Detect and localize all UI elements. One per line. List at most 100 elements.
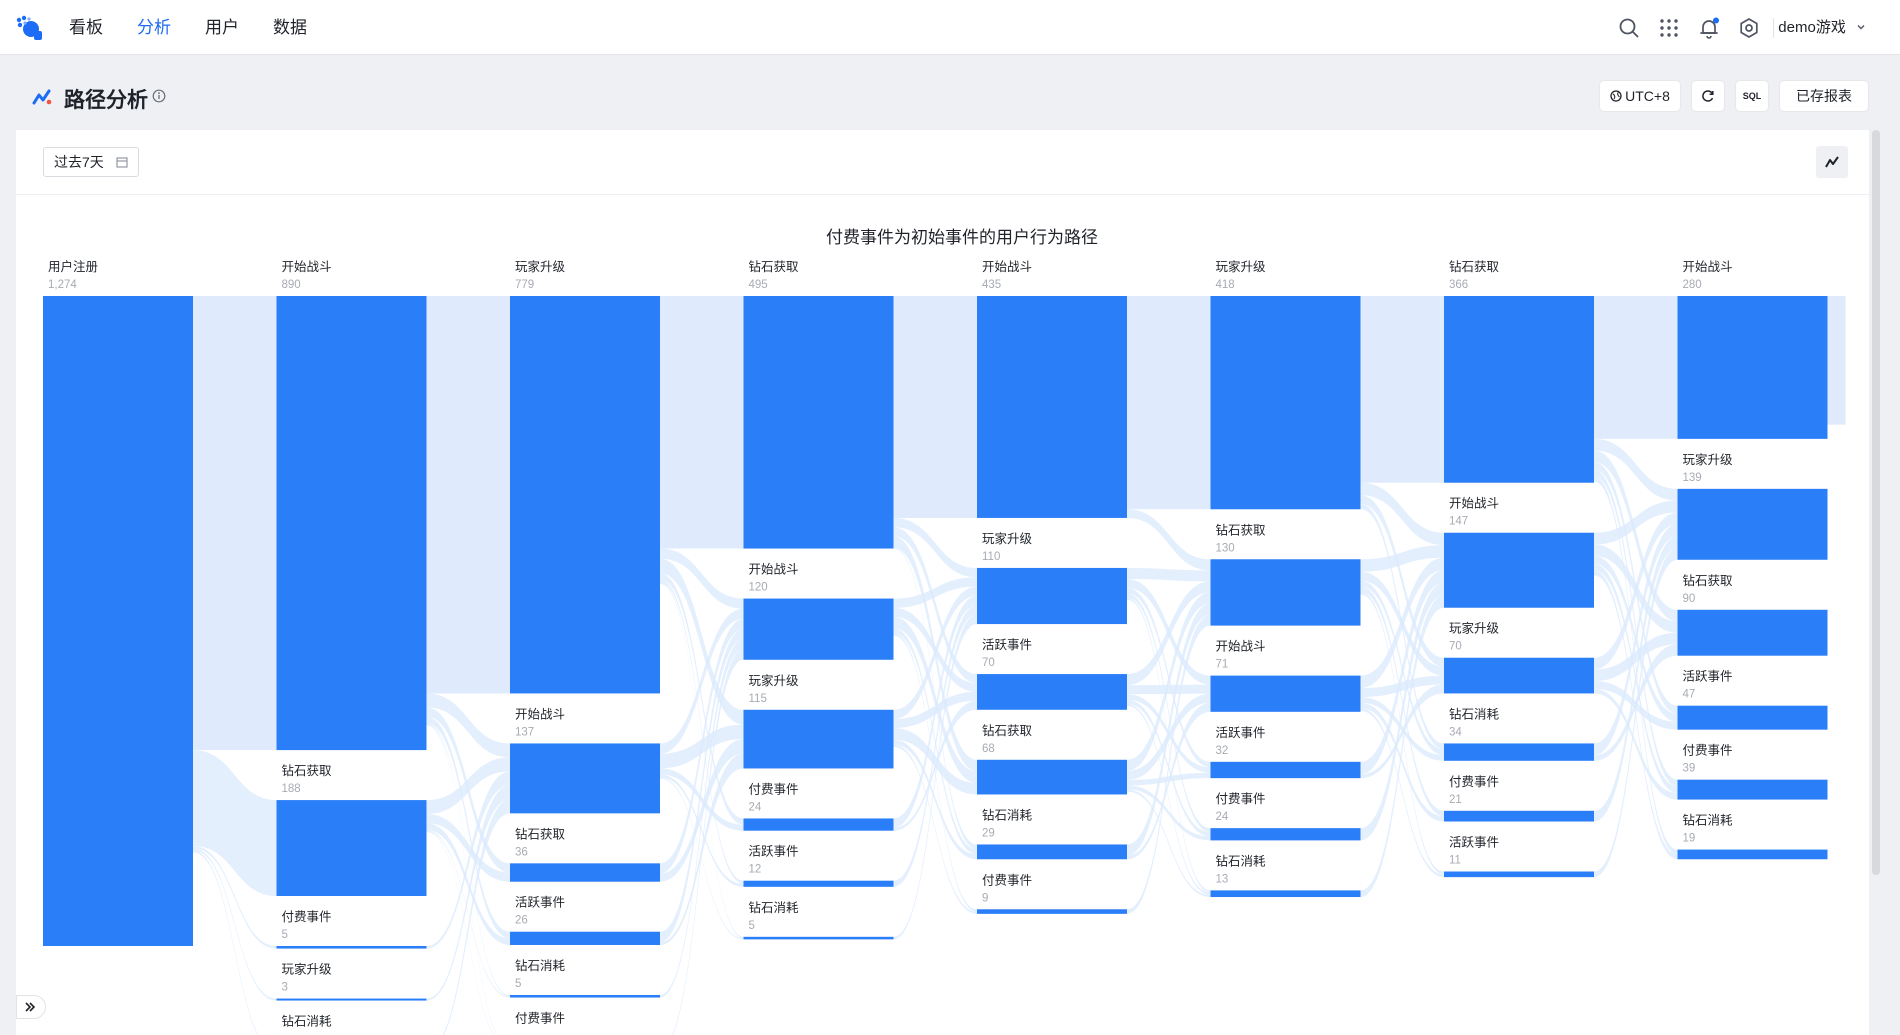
- sankey-node-label: 开始战斗: [1449, 497, 1499, 511]
- sankey-node[interactable]: [1210, 890, 1361, 898]
- sankey-node-label: 玩家升级: [1449, 621, 1500, 636]
- sankey-node-value: 779: [515, 279, 534, 291]
- sankey-node-value: 24: [1216, 811, 1229, 823]
- sankey-link: [1594, 681, 1678, 730]
- double-chevron-right-icon: [25, 1002, 36, 1012]
- sankey-node-label: 付费事件: [749, 782, 799, 796]
- sankey-node[interactable]: [977, 844, 1127, 860]
- sankey-link: [1127, 567, 1211, 582]
- sankey-node[interactable]: [510, 296, 660, 694]
- sankey-node-value: 3: [282, 982, 288, 994]
- expand-sidebar-button[interactable]: [16, 995, 46, 1019]
- sankey-node-value: 5: [515, 978, 521, 990]
- sankey-node[interactable]: [743, 880, 894, 887]
- sankey-node-value: 130: [1216, 542, 1235, 554]
- sankey-node-label: 开始战斗: [1216, 640, 1266, 654]
- sankey-node-label: 玩家升级: [282, 962, 333, 977]
- sankey-node[interactable]: [1444, 810, 1594, 822]
- sankey-node[interactable]: [1444, 657, 1594, 694]
- sankey-node-value: 1,274: [48, 279, 77, 291]
- sankey-node[interactable]: [977, 759, 1127, 795]
- sankey-node[interactable]: [276, 296, 427, 751]
- sankey-node-label: 钻石消耗: [1449, 706, 1500, 721]
- sankey-link-main: [1127, 296, 1211, 510]
- sankey-node-label: 钻石获取: [1683, 573, 1734, 588]
- sankey-node[interactable]: [276, 998, 427, 1001]
- sankey-node-value: 120: [749, 582, 768, 594]
- sankey-node[interactable]: [1677, 296, 1828, 439]
- sankey-node-value: 110: [982, 551, 1000, 563]
- sankey-node[interactable]: [743, 936, 894, 940]
- sankey-node[interactable]: [1677, 488, 1828, 560]
- sankey-link: [426, 829, 510, 998]
- sankey-node-label: 用户注册: [48, 259, 98, 274]
- sankey-node-label: 活跃事件: [749, 845, 799, 859]
- sankey-node[interactable]: [510, 994, 660, 998]
- sankey-node-label: 钻石消耗: [1683, 813, 1734, 828]
- sankey-node-label: 钻石获取: [982, 723, 1033, 738]
- sankey-node-label: 活跃事件: [982, 638, 1032, 652]
- sankey-node[interactable]: [510, 931, 660, 945]
- sankey-node[interactable]: [1210, 675, 1361, 712]
- sankey-node[interactable]: [1677, 779, 1828, 800]
- sankey-node[interactable]: [1210, 761, 1361, 779]
- sankey-node-label: 活跃事件: [1449, 836, 1499, 850]
- sankey-node-label: 钻石消耗: [282, 1014, 333, 1029]
- sankey-link-tail: [1827, 296, 1846, 425]
- sankey-node-value: 11: [1449, 855, 1461, 867]
- sankey-node[interactable]: [276, 946, 427, 949]
- sankey-node-label: 开始战斗: [749, 563, 799, 577]
- sankey-node[interactable]: [1677, 609, 1828, 656]
- sankey-link: [1127, 684, 1211, 695]
- sankey-node-value: 70: [1449, 641, 1462, 653]
- sankey-node[interactable]: [43, 296, 193, 946]
- sankey-node[interactable]: [1444, 871, 1594, 878]
- sankey-node-value: 70: [982, 657, 995, 669]
- sankey-node-value: 890: [282, 279, 301, 291]
- sankey-node[interactable]: [743, 818, 894, 831]
- sankey-node[interactable]: [510, 743, 660, 814]
- sankey-node[interactable]: [977, 296, 1127, 518]
- sankey-node-label: 活跃事件: [1683, 670, 1733, 684]
- sankey-node-label: 开始战斗: [515, 707, 565, 721]
- sankey-node-label: 钻石消耗: [1216, 853, 1267, 868]
- sankey-node-value: 366: [1449, 279, 1468, 291]
- sankey-node-value: 21: [1449, 794, 1462, 806]
- sankey-node[interactable]: [743, 296, 894, 549]
- sankey-link-main: [893, 296, 977, 518]
- sankey-node[interactable]: [743, 709, 894, 769]
- sankey-node-value: 32: [1216, 745, 1229, 757]
- sankey-node[interactable]: [1444, 296, 1594, 483]
- sankey-node[interactable]: [977, 909, 1127, 914]
- sankey-node[interactable]: [977, 674, 1127, 710]
- sankey-node-label: 付费事件: [982, 873, 1032, 887]
- sankey-node-label: 付费事件: [1216, 792, 1266, 806]
- sankey-node-label: 付费事件: [515, 1012, 565, 1026]
- sankey-node-value: 13: [1216, 873, 1229, 885]
- sankey-node-value: 147: [1449, 516, 1468, 528]
- sankey-link: [1127, 603, 1211, 856]
- sankey-node-value: 435: [982, 279, 1001, 291]
- sankey-node[interactable]: [743, 598, 894, 660]
- sankey-node[interactable]: [1444, 743, 1594, 761]
- sankey-node-label: 开始战斗: [1683, 260, 1733, 274]
- sankey-node-label: 钻石获取: [1449, 259, 1500, 274]
- sankey-node[interactable]: [276, 800, 427, 896]
- sankey-node[interactable]: [1677, 705, 1828, 730]
- sankey-link: [1127, 509, 1211, 571]
- sankey-node-label: 钻石获取: [749, 259, 800, 274]
- sankey-node[interactable]: [510, 863, 660, 882]
- sankey-node[interactable]: [1210, 559, 1361, 626]
- sankey-link: [660, 629, 744, 942]
- sankey-node[interactable]: [1210, 296, 1361, 510]
- sankey-node-label: 玩家升级: [1216, 259, 1267, 274]
- sankey-node-label: 钻石消耗: [749, 900, 800, 915]
- sankey-node[interactable]: [1677, 849, 1828, 860]
- sankey-node-label: 钻石获取: [515, 826, 566, 841]
- sankey-node-value: 115: [749, 693, 767, 705]
- sankey-node[interactable]: [1210, 828, 1361, 841]
- sankey-node-label: 钻石获取: [1216, 522, 1267, 537]
- sankey-node[interactable]: [1444, 532, 1594, 608]
- sankey-node[interactable]: [977, 567, 1127, 625]
- chart-title: 付费事件为初始事件的用户行为路径: [826, 228, 1098, 247]
